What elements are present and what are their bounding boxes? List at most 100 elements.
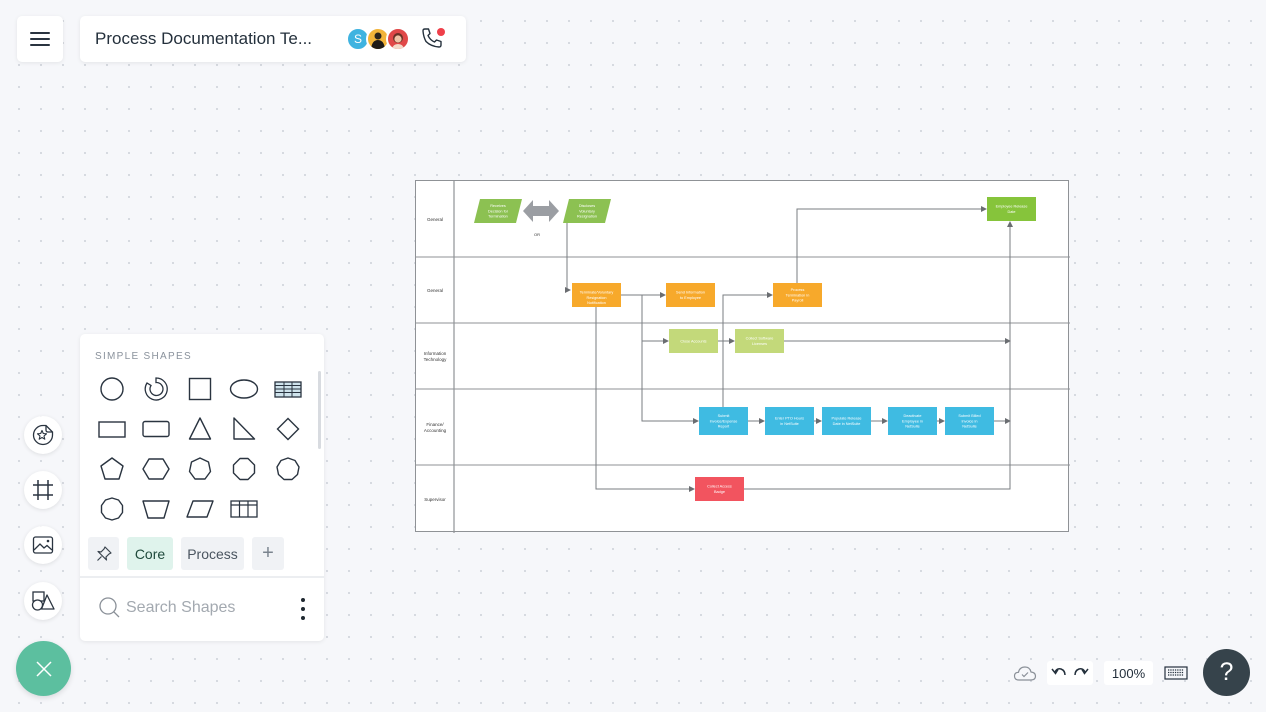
parallelogram-shape-icon (186, 500, 214, 518)
shape-table[interactable] (266, 369, 310, 409)
call-button[interactable] (420, 26, 446, 52)
octagon-shape-icon (232, 457, 256, 481)
rectangle-shape-icon (98, 421, 126, 438)
shape-right-triangle[interactable] (222, 409, 266, 449)
hexagon-shape-icon (142, 458, 170, 480)
main-menu-button[interactable] (17, 16, 63, 62)
diagram-node[interactable]: Employee Release Date (987, 197, 1036, 221)
grid-shape-icon (230, 500, 258, 518)
shape-trapezoid[interactable] (134, 489, 178, 529)
image-tool-button[interactable] (24, 526, 62, 564)
lane-label: Finance/Accounting (424, 422, 447, 433)
diagram-node[interactable]: Close Accounts (669, 329, 718, 353)
trapezoid-shape-icon (142, 500, 170, 519)
shape-triangle[interactable] (178, 409, 222, 449)
shape-arc[interactable] (134, 369, 178, 409)
diagram-node[interactable]: Submit Billed Invoice in NetSuite (945, 407, 994, 435)
rounded-rectangle-shape-icon (142, 420, 170, 438)
sticker-tool-button[interactable] (24, 416, 62, 454)
sticker-icon (32, 424, 54, 446)
redo-icon[interactable] (1073, 666, 1089, 680)
lane-label: General (427, 288, 443, 293)
search-icon (99, 597, 120, 618)
add-library-button[interactable]: + (252, 537, 284, 570)
diagram-node[interactable]: Populate Release Date in NetSuite (822, 407, 871, 435)
connector-arrow[interactable] (744, 221, 1013, 490)
node-label: Discloses Voluntary Resignation (577, 204, 597, 218)
shape-octagon[interactable] (222, 449, 266, 489)
undo-icon[interactable] (1051, 666, 1067, 680)
table-shape-icon (274, 381, 302, 398)
diagram-node[interactable]: Deactivate Employee in NetSuite (888, 407, 937, 435)
diagram-node[interactable]: Discloses Voluntary Resignation (563, 199, 611, 223)
lane-label: General (427, 217, 443, 222)
avatar-initial: S (353, 32, 362, 46)
more-options-button[interactable] (300, 598, 306, 620)
diagram-node[interactable]: Send Information to Employee (666, 283, 715, 307)
square-shape-icon (188, 377, 212, 401)
diagram-node[interactable]: Collect Access Badge (695, 477, 744, 501)
panel-divider (80, 576, 324, 578)
nonagon-shape-icon (276, 457, 300, 481)
shape-heptagon[interactable] (178, 449, 222, 489)
double-arrow-shape[interactable] (523, 200, 559, 222)
frame-tool-button[interactable] (24, 471, 62, 509)
pentagon-shape-icon (100, 457, 124, 480)
close-panel-button[interactable] (16, 641, 71, 696)
search-shapes-input[interactable]: Search Shapes (98, 596, 235, 620)
connector-arrow[interactable] (796, 206, 987, 283)
panel-scrollbar[interactable] (318, 371, 321, 449)
keyboard-shortcuts-icon (1164, 666, 1188, 680)
frame-icon (33, 480, 53, 500)
title-bar: Process Documentation Te... S (80, 16, 466, 62)
shape-nonagon[interactable] (266, 449, 310, 489)
arc-shape-icon (144, 377, 168, 401)
shape-ellipse[interactable] (222, 369, 266, 409)
diagram-node[interactable]: Enter PTO Hours in NetSuite (765, 407, 814, 435)
circle-shape-icon (100, 377, 124, 401)
tab-pinned[interactable] (88, 537, 119, 570)
zoom-level[interactable]: 100% (1104, 661, 1153, 685)
shape-decagon[interactable] (90, 489, 134, 529)
decagon-shape-icon (100, 497, 124, 521)
diagram-node[interactable]: Terminate/Voluntary Resignation Notificati… (572, 283, 621, 307)
shapes-tool-button[interactable] (24, 582, 62, 620)
image-icon (32, 536, 54, 554)
shape-rounded-rectangle[interactable] (134, 409, 178, 449)
node-label: Send Information to Employee (676, 291, 705, 300)
undo-redo-group (1047, 661, 1093, 685)
shape-library-panel: SIMPLE SHAPES Core Process + Search Shap… (80, 334, 324, 641)
diagram-node[interactable]: Process Termination in Payroll (773, 283, 822, 307)
diagram-canvas: General General Information Technology Finan… (416, 181, 1070, 533)
avatar[interactable] (386, 27, 410, 51)
node-label: Close Accounts (680, 339, 706, 343)
node-label: Receives Decision for Termination (488, 204, 509, 218)
lane-label: Supervisor (424, 497, 446, 502)
swimlane-diagram[interactable]: General General Information Technology Finan… (415, 180, 1070, 533)
shapes-icon (31, 591, 55, 611)
shape-pentagon[interactable] (90, 449, 134, 489)
shape-hexagon[interactable] (134, 449, 178, 489)
call-active-indicator (437, 28, 445, 36)
keyboard-shortcuts-button[interactable] (1162, 661, 1190, 685)
shape-grid[interactable] (222, 489, 266, 529)
cloud-saved-icon (1013, 666, 1037, 681)
search-placeholder: Search Shapes (126, 599, 236, 616)
shape-square[interactable] (178, 369, 222, 409)
help-button[interactable]: ? (1203, 649, 1250, 696)
shape-rectangle[interactable] (90, 409, 134, 449)
shape-library-tabs: Core Process + (88, 537, 284, 570)
shape-diamond[interactable] (266, 409, 310, 449)
document-title[interactable]: Process Documentation Te... (95, 29, 343, 49)
diagram-node[interactable]: Collect Software Licenses (735, 329, 784, 353)
diagram-node[interactable]: Submit Invoice/Expense Report (699, 407, 748, 435)
diagram-node[interactable]: Receives Decision for Termination (474, 199, 522, 223)
node-label: Populate Release Date in NetSuite (832, 417, 862, 426)
shape-circle[interactable] (90, 369, 134, 409)
tab-core[interactable]: Core (127, 537, 173, 570)
connector-arrow[interactable] (641, 295, 669, 344)
collaborator-avatars: S (346, 27, 410, 51)
person-photo-icon (371, 32, 385, 49)
shape-parallelogram[interactable] (178, 489, 222, 529)
tab-process[interactable]: Process (181, 537, 244, 570)
